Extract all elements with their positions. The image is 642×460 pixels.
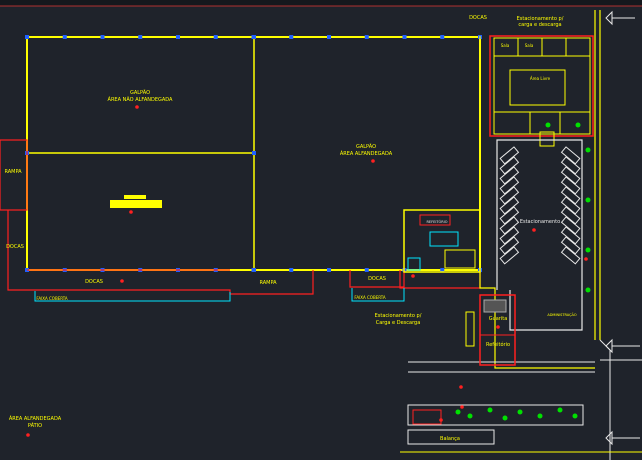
column <box>176 35 180 39</box>
label-small: REFEITÓRIO <box>426 219 447 224</box>
center-tag <box>110 195 162 208</box>
tree <box>455 409 461 415</box>
admin-block <box>489 35 594 147</box>
column <box>327 35 331 39</box>
column <box>252 268 256 272</box>
elevation-marker <box>135 105 139 109</box>
column <box>138 35 143 39</box>
label-area-patio-2: PÁTIO <box>28 422 42 429</box>
label-faixa-right: FAIXA COBERTA <box>354 295 385 300</box>
elevation-marker <box>411 274 415 278</box>
elevation-marker <box>439 418 443 422</box>
elevation-marker <box>120 279 124 283</box>
label-galpao-left-2: ÁREA NÃO ALFANDEGADA <box>108 96 174 103</box>
tree <box>502 415 508 421</box>
rampa-left <box>0 139 28 211</box>
tree <box>517 409 523 415</box>
column <box>364 35 369 39</box>
column <box>289 35 294 39</box>
label-balanca: Balança <box>440 436 460 442</box>
tree <box>572 413 578 419</box>
column <box>213 35 218 39</box>
gate-arrows <box>605 10 640 446</box>
floor-plan-canvas: GALPÃO ÁREA NÃO ALFANDEGADA GALPÃO ÁREA … <box>0 0 642 460</box>
tree <box>585 147 591 153</box>
guarita-block <box>465 294 516 366</box>
elevation-marker <box>496 325 500 329</box>
tree <box>585 287 591 293</box>
label-galpao-right-2: ÁREA ALFANDEGADA <box>340 150 393 157</box>
elevation-marker <box>129 210 133 214</box>
label-admin: ADMINISTRAÇÃO <box>547 312 577 317</box>
label-docas-mid: DOCAS <box>368 276 386 282</box>
label-faixa-left: FAIXA COBERTA <box>36 296 67 301</box>
label-room-c: Área Livre <box>530 76 551 81</box>
docas-zone <box>7 210 481 295</box>
label-galpao-right-1: GALPÃO <box>356 143 376 150</box>
labels: GALPÃO ÁREA NÃO ALFANDEGADA GALPÃO ÁREA … <box>4 15 576 442</box>
label-estac-bottom-1: Estacionamento p/ <box>375 313 422 319</box>
tree <box>575 122 581 128</box>
label-estac-top-2: carga e descarga <box>518 22 561 28</box>
label-estac-main: Estacionamento <box>520 219 560 225</box>
tree <box>545 122 551 128</box>
tree <box>557 407 563 413</box>
label-docas-top: DOCAS <box>469 15 487 21</box>
elevation-marker <box>584 257 588 261</box>
elevation-marker <box>26 433 30 437</box>
column <box>440 35 445 39</box>
parking-stalls <box>499 146 581 265</box>
label-room-a: Sala <box>501 43 510 48</box>
column <box>62 35 67 39</box>
label-refeitorio: Refeitório <box>486 341 510 348</box>
column <box>364 268 369 272</box>
tree <box>537 413 543 419</box>
label-room-b: Sala <box>525 43 534 48</box>
elevation-marker <box>532 228 536 232</box>
column <box>289 268 294 272</box>
elevation-marker <box>460 405 464 409</box>
elevation-marker <box>459 385 463 389</box>
column <box>100 35 105 39</box>
column <box>252 35 256 39</box>
road-edges <box>408 339 642 460</box>
label-rampa-left: RAMPA <box>4 169 22 175</box>
label-docas-left: DOCAS <box>6 244 24 250</box>
label-galpao-left-1: GALPÃO <box>130 89 150 96</box>
label-rampa-bottom: RAMPA <box>259 280 277 286</box>
label-guarita: Guarita <box>489 316 508 322</box>
column <box>25 35 29 39</box>
label-estac-bottom-2: Carga e Descarga <box>376 320 421 326</box>
column <box>402 35 407 39</box>
tree <box>487 407 493 413</box>
label-area-patio-1: ÁREA ALFANDEGADA <box>9 415 62 422</box>
label-docas-bottom: DOCAS <box>85 279 103 285</box>
tree <box>467 413 473 419</box>
tree <box>585 247 591 253</box>
elevation-marker <box>371 159 375 163</box>
column <box>327 268 331 272</box>
column <box>252 151 256 155</box>
tree <box>585 197 591 203</box>
